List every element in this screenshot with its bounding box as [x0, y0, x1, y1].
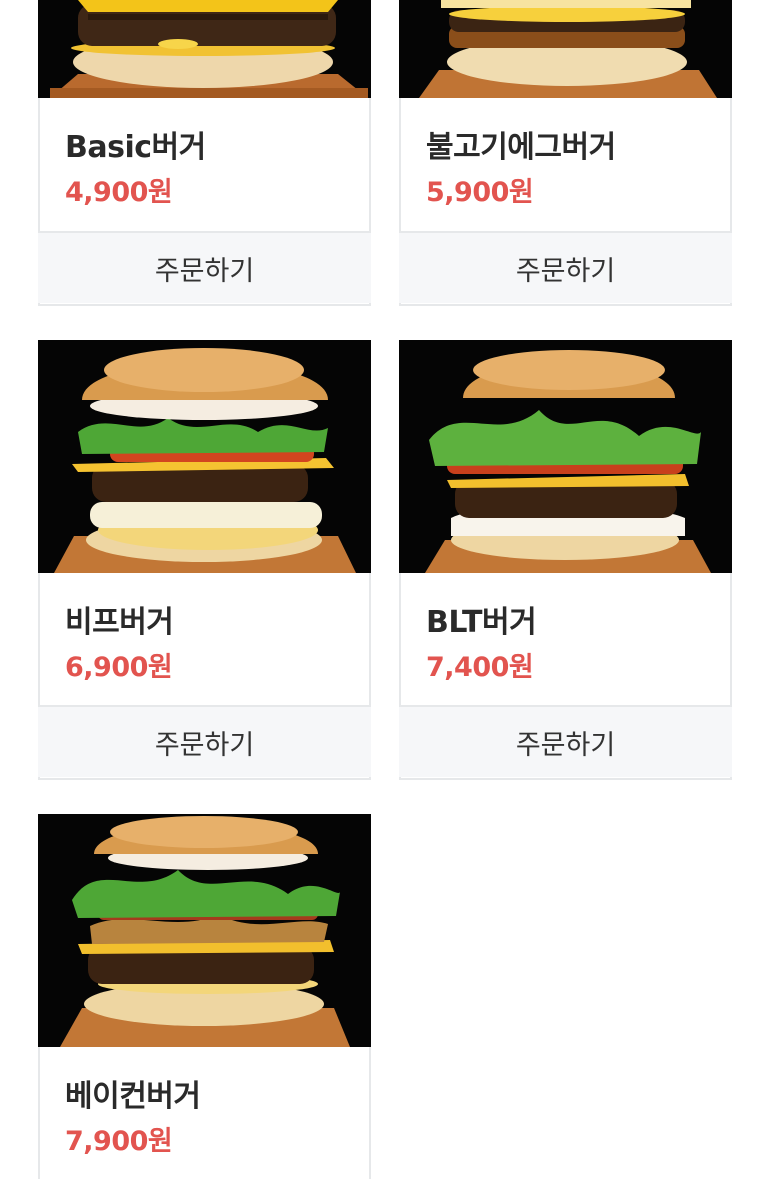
order-button[interactable]: 주문하기: [38, 705, 371, 777]
product-name: BLT버거: [426, 605, 537, 640]
product-card-blt-burger[interactable]: BLT버거 7,400원 주문하기: [399, 340, 732, 780]
product-price: 5,900원: [426, 177, 534, 208]
product-card-bulgogi-egg-burger[interactable]: 불고기에그버거 5,900원 주문하기: [399, 0, 732, 306]
product-image-bulgogi-egg-burger[interactable]: [399, 0, 732, 98]
product-price: 7,400원: [426, 652, 534, 683]
order-button[interactable]: 주문하기: [399, 231, 732, 303]
product-card-bacon-burger[interactable]: 베이컨버거 7,900원: [38, 814, 371, 1179]
product-card-beef-burger[interactable]: 비프버거 6,900원 주문하기: [38, 340, 371, 780]
product-image-blt-burger[interactable]: [399, 340, 732, 573]
order-button[interactable]: 주문하기: [399, 705, 732, 777]
product-name: Basic버거: [65, 130, 206, 165]
product-name: 베이컨버거: [65, 1079, 201, 1114]
product-price: 4,900원: [65, 177, 173, 208]
product-card-basic-burger[interactable]: Basic버거 4,900원 주문하기: [38, 0, 371, 306]
product-image-bacon-burger[interactable]: [38, 814, 371, 1047]
product-price: 6,900원: [65, 652, 173, 683]
product-name: 비프버거: [65, 605, 174, 640]
product-price: 7,900원: [65, 1126, 173, 1157]
product-grid: Basic버거 4,900원 주문하기 불고기에그버거 5,900원 주문하기: [0, 0, 773, 1179]
product-name: 불고기에그버거: [426, 130, 616, 165]
order-button[interactable]: 주문하기: [38, 231, 371, 303]
product-image-beef-burger[interactable]: [38, 340, 371, 573]
product-image-basic-burger[interactable]: [38, 0, 371, 98]
